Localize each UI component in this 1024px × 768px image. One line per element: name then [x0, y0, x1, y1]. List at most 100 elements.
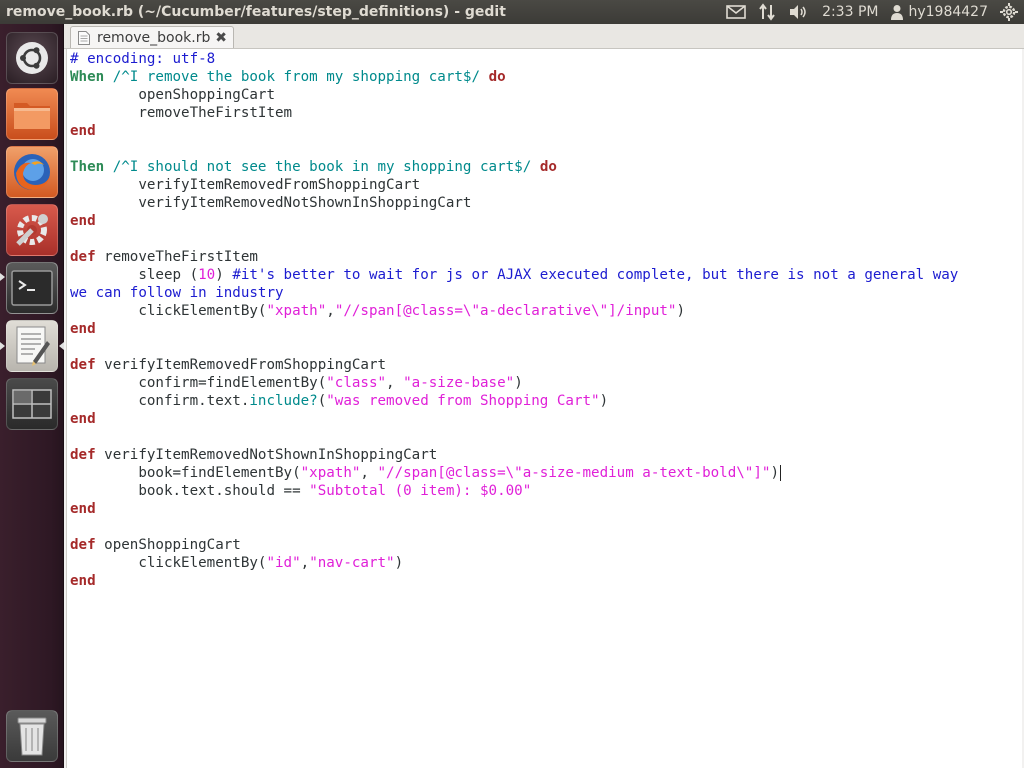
- code-line: verifyItemRemovedNotShownInShoppingCart: [70, 194, 471, 212]
- code-token-plain: ,: [300, 555, 310, 571]
- code-token-plain: ): [770, 465, 779, 481]
- code-line: end: [70, 212, 96, 230]
- close-icon[interactable]: ✖: [215, 30, 227, 46]
- code-token-keyword: end: [70, 573, 96, 589]
- code-token-regex: /^I should not see the book in my shoppi…: [112, 159, 532, 175]
- code-token-keyword: end: [70, 411, 96, 427]
- code-token-keyword: do: [539, 159, 557, 175]
- indicator-area: 2:33 PM hy1984427: [714, 0, 1024, 24]
- firefox-icon[interactable]: [6, 146, 58, 198]
- workspace-switcher-icon[interactable]: [6, 378, 58, 430]
- code-token-plain: clickElementBy(: [70, 555, 267, 571]
- code-line: confirm=findElementBy("class", "a-size-b…: [70, 374, 523, 392]
- code-line: sleep (10) #it's better to wait for js o…: [70, 266, 958, 284]
- code-token-plain: ): [215, 267, 233, 283]
- code-token-plain: openShoppingCart: [95, 537, 241, 553]
- code-token-step: Then: [70, 159, 105, 175]
- files-icon[interactable]: [6, 88, 58, 140]
- code-line: end: [70, 500, 96, 518]
- code-token-keyword: end: [70, 213, 96, 229]
- top-panel: remove_book.rb (~/Cucumber/features/step…: [0, 0, 1024, 24]
- code-token-string: "//span[@class=\"a-declarative\"]/input": [334, 303, 677, 319]
- code-line: # encoding: utf-8: [70, 50, 215, 68]
- code-line: def verifyItemRemovedNotShownInShoppingC…: [70, 446, 437, 464]
- code-token-number: 10: [198, 267, 216, 283]
- code-token-plain: verifyItemRemovedFromShoppingCart: [95, 357, 387, 373]
- code-token-keyword: def: [70, 249, 96, 265]
- code-token-keyword: def: [70, 537, 96, 553]
- code-token-plain: clickElementBy(: [70, 303, 267, 319]
- code-line: Then /^I should not see the book in my s…: [70, 158, 557, 176]
- code-token-plain: removeTheFirstItem: [70, 105, 293, 121]
- code-line: we can follow in industry: [70, 284, 284, 302]
- launcher: [0, 24, 64, 768]
- code-token-keyword: end: [70, 321, 96, 337]
- terminal-icon[interactable]: [6, 262, 58, 314]
- code-token-string: "Subtotal (0 item): $0.00": [309, 483, 532, 499]
- network-icon[interactable]: [758, 0, 776, 24]
- system-settings-icon[interactable]: [6, 204, 58, 256]
- code-line: end: [70, 122, 96, 140]
- code-token-plain: verifyItemRemovedNotShownInShoppingCart: [95, 447, 438, 463]
- code-token-string: "a-size-base": [403, 375, 515, 391]
- window-title: remove_book.rb (~/Cucumber/features/step…: [6, 4, 506, 20]
- code-token-method: include?: [249, 393, 318, 409]
- code-line: confirm.text.include?("was removed from …: [70, 392, 608, 410]
- code-line: clickElementBy("id","nav-cart"): [70, 554, 403, 572]
- code-line: book.text.should == "Subtotal (0 item): …: [70, 482, 531, 500]
- code-token-plain: book.text.should ==: [70, 483, 310, 499]
- code-token-keyword: def: [70, 447, 96, 463]
- code-line: removeTheFirstItem: [70, 104, 292, 122]
- code-token-plain: verifyItemRemovedNotShownInShoppingCart: [70, 195, 472, 211]
- user-icon[interactable]: [890, 0, 904, 24]
- tab-label: remove_book.rb: [97, 29, 211, 46]
- ubuntu-dash-icon[interactable]: [6, 32, 58, 84]
- code-token-plain: openShoppingCart: [70, 87, 275, 103]
- code-editor[interactable]: # encoding: utf-8 When /^I remove the boo…: [66, 49, 1022, 768]
- code-token-keyword: def: [70, 357, 96, 373]
- code-token-keyword: end: [70, 501, 96, 517]
- clock[interactable]: 2:33 PM: [822, 0, 878, 24]
- code-token-string: "xpath": [266, 303, 327, 319]
- code-line: book=findElementBy("xpath", "//span[@cla…: [70, 464, 781, 482]
- code-line: def openShoppingCart: [70, 536, 241, 554]
- code-token-plain: ): [676, 303, 686, 319]
- code-token-plain: removeTheFirstItem: [95, 249, 258, 265]
- code-token-plain: (: [317, 393, 327, 409]
- code-token-string: "//span[@class=\"a-size-medium a-text-bo…: [377, 465, 771, 481]
- gear-icon[interactable]: [1000, 0, 1018, 24]
- code-line: end: [70, 572, 96, 590]
- code-line: end: [70, 320, 96, 338]
- code-token-plain: ,: [360, 465, 378, 481]
- code-token-plain: verifyItemRemovedFromShoppingCart: [70, 177, 421, 193]
- code-token-comment: we can follow in industry: [70, 285, 284, 301]
- code-token-plain: ,: [326, 303, 335, 319]
- code-line: end: [70, 410, 96, 428]
- code-line: def verifyItemRemovedFromShoppingCart: [70, 356, 386, 374]
- username[interactable]: hy1984427: [908, 4, 988, 20]
- code-token-plain: confirm=findElementBy(: [70, 375, 327, 391]
- text-editor-running-indicator: [0, 342, 5, 350]
- code-token-plain: confirm.text.: [70, 393, 250, 409]
- code-token-plain: ,: [386, 375, 404, 391]
- code-token-string: "id": [266, 555, 301, 571]
- mail-icon[interactable]: [726, 0, 746, 24]
- code-token-keyword: end: [70, 123, 96, 139]
- gedit-window: remove_book.rb ✖ # encoding: utf-8 When /…: [64, 24, 1024, 768]
- trash-icon[interactable]: [6, 710, 58, 762]
- tab-remove-book[interactable]: remove_book.rb ✖: [70, 26, 234, 48]
- terminal-running-indicator: [0, 273, 5, 281]
- tab-bar: remove_book.rb ✖: [64, 24, 1024, 49]
- code-line: def removeTheFirstItem: [70, 248, 258, 266]
- volume-icon[interactable]: [788, 0, 808, 24]
- code-line: clickElementBy("xpath","//span[@class=\"…: [70, 302, 685, 320]
- code-token-plain: book=findElementBy(: [70, 465, 301, 481]
- code-token-plain: ): [514, 375, 523, 391]
- code-token-comment: # encoding: utf-8: [70, 51, 216, 67]
- text-editor-icon[interactable]: [6, 320, 58, 372]
- text-caret: [779, 465, 781, 481]
- code-token-string: "nav-cart": [309, 555, 395, 571]
